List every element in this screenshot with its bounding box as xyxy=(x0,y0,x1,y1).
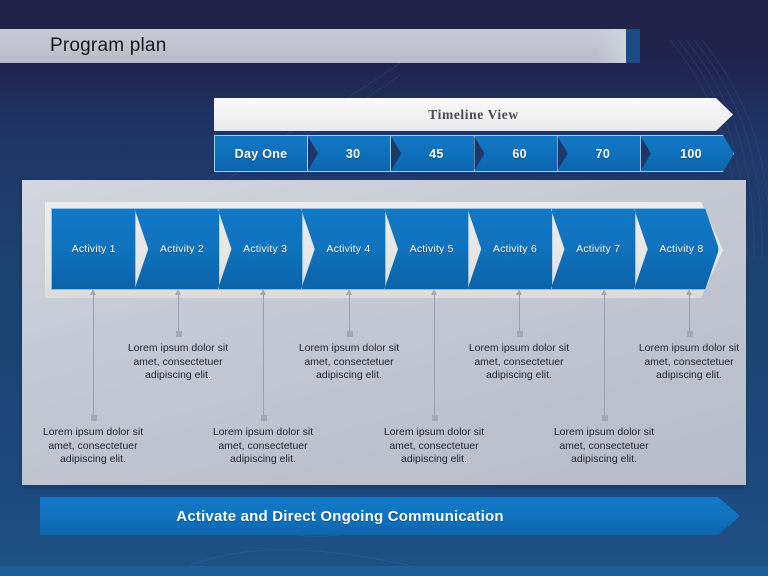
activity-chevron-1[interactable]: Activity 1 xyxy=(51,208,137,290)
connector-endpoint-marker xyxy=(431,415,438,421)
slide-canvas: Program plan Timeline View Day One 30 45 60… xyxy=(0,0,768,576)
activity-chevron-3[interactable]: Activity 3 xyxy=(217,208,303,290)
connector-line-6 xyxy=(516,289,523,337)
footer-banner-label: Activate and Direct Ongoing Communicatio… xyxy=(176,507,504,525)
timeline-segment-2[interactable]: 30 xyxy=(307,135,392,172)
timeline-segment-label: 70 xyxy=(595,146,611,161)
note-text-3: Lorem ipsum dolor sit amet, consectetuer… xyxy=(212,426,314,465)
note-text-2: Lorem ipsum dolor sit amet, consectetuer… xyxy=(127,342,229,381)
connector-arrow-icon xyxy=(346,289,352,295)
connector-arrow-icon xyxy=(431,289,437,295)
note-text-4: Lorem ipsum dolor sit amet, consectetuer… xyxy=(298,342,400,381)
activity-chevron-2[interactable]: Activity 2 xyxy=(134,208,220,290)
activity-chevron-8[interactable]: Activity 8 xyxy=(634,208,719,290)
activity-chevron-label: Activity 1 xyxy=(71,243,116,255)
connector-line-3 xyxy=(260,289,267,421)
timeline-segment-label: 45 xyxy=(429,146,444,161)
connector-arrow-icon xyxy=(175,289,181,295)
connector-line-1 xyxy=(90,289,97,421)
connector-endpoint-marker xyxy=(686,331,693,337)
timeline-view-banner: Timeline View xyxy=(214,98,733,131)
timeline-day-row: Day One 30 45 60 70 100 xyxy=(214,135,733,172)
timeline-segment-5[interactable]: 70 xyxy=(556,135,641,172)
bottom-accent-strip xyxy=(0,566,768,576)
timeline-segment-3[interactable]: 45 xyxy=(390,135,475,172)
connector-endpoint-marker xyxy=(175,331,182,337)
connector-endpoint-marker xyxy=(346,331,353,337)
connector-endpoint-marker xyxy=(260,415,267,421)
activity-chevron-label: Activity 2 xyxy=(159,243,204,255)
timeline-segment-label: 30 xyxy=(345,146,361,161)
connector-endpoint-marker xyxy=(516,331,523,337)
activity-chevron-label: Activity 7 xyxy=(576,243,621,255)
connector-line-8 xyxy=(686,289,693,337)
timeline-segment-4[interactable]: 60 xyxy=(473,135,558,172)
connector-line-7 xyxy=(601,289,608,421)
connector-line-2 xyxy=(175,289,182,337)
timeline-segment-label: 100 xyxy=(680,146,702,161)
activity-chevron-label: Activity 3 xyxy=(243,243,288,255)
connector-endpoint-marker xyxy=(601,415,608,421)
activity-chevron-label: Activity 6 xyxy=(492,243,537,255)
title-bar-accent-block xyxy=(626,29,640,63)
activity-chevron-label: Activity 5 xyxy=(409,243,454,255)
connector-arrow-icon xyxy=(260,289,266,295)
connector-arrow-icon xyxy=(686,289,692,295)
note-text-5: Lorem ipsum dolor sit amet, consectetuer… xyxy=(383,426,485,465)
note-text-6: Lorem ipsum dolor sit amet, consectetuer… xyxy=(468,342,570,381)
page-title: Program plan xyxy=(50,35,167,56)
connector-line-5 xyxy=(431,289,438,421)
activity-chevron-label: Activity 4 xyxy=(326,243,371,255)
activity-chevron-5[interactable]: Activity 5 xyxy=(384,208,470,290)
connector-endpoint-marker xyxy=(90,415,97,421)
timeline-segment-6[interactable]: 100 xyxy=(640,135,734,172)
activities-panel: Activity 1 Activity 2 Activity 3 Activity 4… xyxy=(22,180,746,485)
slide-title-bar: Program plan xyxy=(0,29,640,63)
activity-chevron-7[interactable]: Activity 7 xyxy=(550,208,636,290)
timeline-segment-label: Day One xyxy=(234,146,288,161)
connector-arrow-icon xyxy=(516,289,522,295)
activity-chevron-label: Activity 8 xyxy=(659,243,704,255)
title-bar-fade xyxy=(598,29,626,63)
note-text-8: Lorem ipsum dolor sit amet, consectetuer… xyxy=(638,342,740,381)
connector-arrow-icon xyxy=(601,289,607,295)
note-text-1: Lorem ipsum dolor sit amet, consectetuer… xyxy=(42,426,144,465)
connector-line-4 xyxy=(346,289,353,337)
note-text-7: Lorem ipsum dolor sit amet, consectetuer… xyxy=(553,426,655,465)
timeline-segment-label: 60 xyxy=(512,146,527,161)
activity-chevron-6[interactable]: Activity 6 xyxy=(467,208,553,290)
timeline-view-label: Timeline View xyxy=(428,106,519,122)
connector-arrow-icon xyxy=(90,289,96,295)
footer-banner: Activate and Direct Ongoing Communicatio… xyxy=(40,497,740,535)
activity-chevron-4[interactable]: Activity 4 xyxy=(300,208,386,290)
timeline-segment-1[interactable]: Day One xyxy=(214,135,309,172)
activity-chevron-row: Activity 1 Activity 2 Activity 3 Activity 4… xyxy=(51,208,717,290)
